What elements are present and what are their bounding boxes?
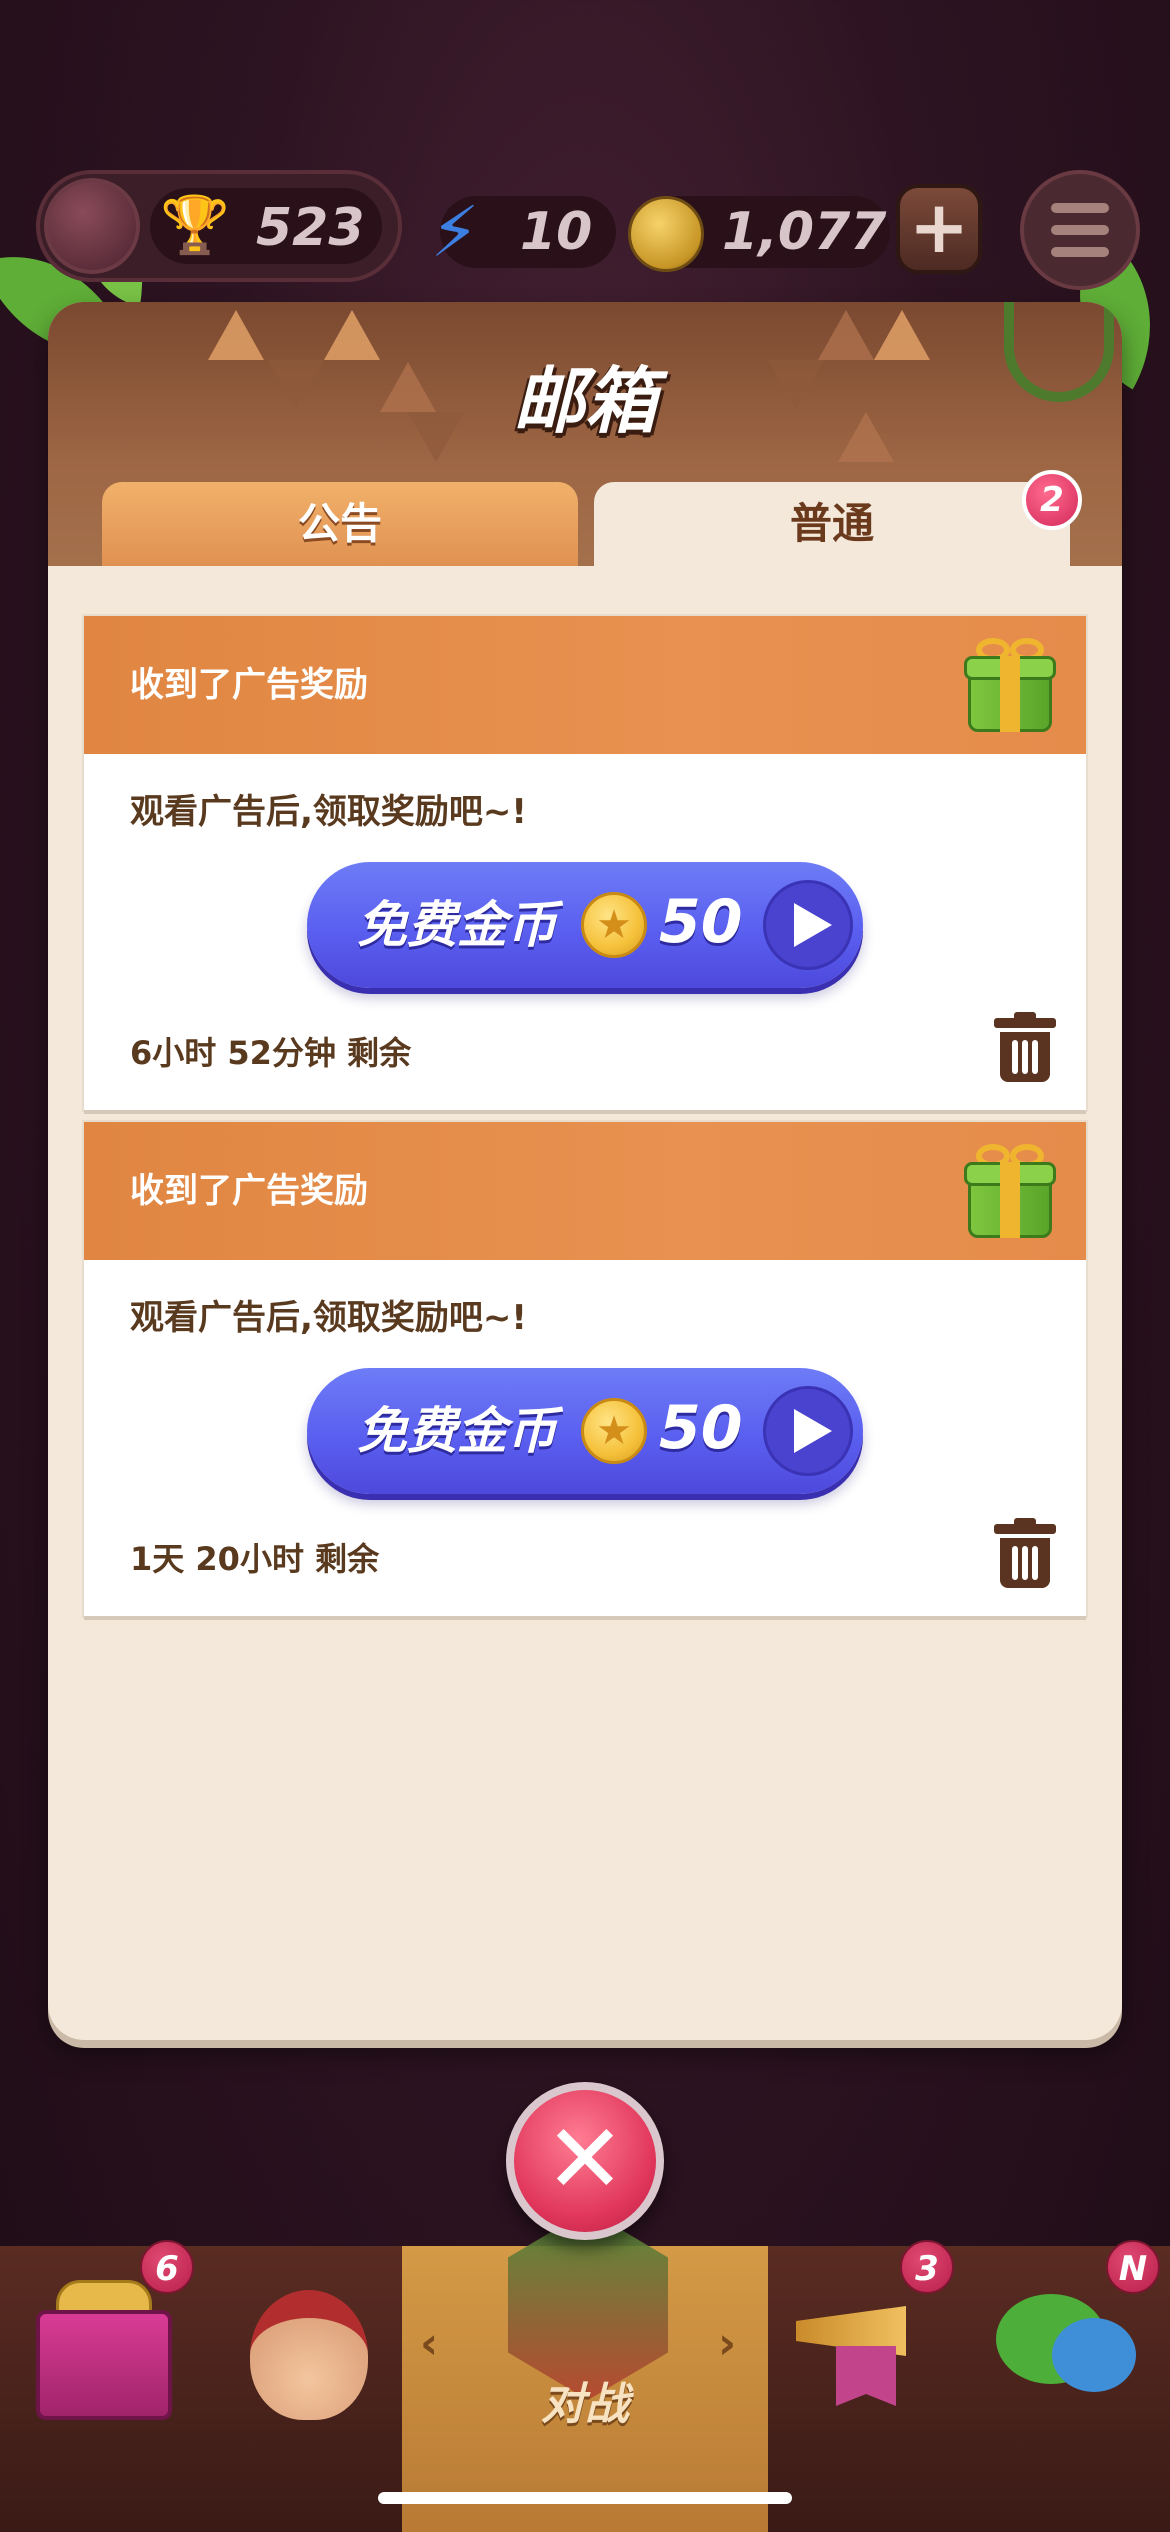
- free-coins-ad-button[interactable]: 免费金币 ★ 50: [307, 862, 863, 988]
- mail-card: 收到了广告奖励 观看广告后,领取奖励吧~! 免费金币 ★ 50 6小时 52分钟…: [84, 616, 1086, 1110]
- tab-announcements[interactable]: 公告: [102, 482, 578, 566]
- events-badge: 3: [900, 2240, 954, 2294]
- tab-normal-badge: 2: [1022, 470, 1082, 530]
- chat-badge: N: [1106, 2240, 1160, 2294]
- trophy-count: 523: [256, 198, 365, 258]
- dialog-header: 邮箱 公告 普通 2: [48, 302, 1122, 566]
- plus-icon: +: [908, 185, 970, 269]
- trophy-icon: 🏆: [160, 193, 230, 258]
- reward-amount: 50: [659, 1393, 743, 1463]
- mail-card-header: 收到了广告奖励: [84, 616, 1086, 754]
- reward-amount: 50: [659, 887, 743, 957]
- home-indicator[interactable]: [378, 2492, 792, 2504]
- coin-icon: ★: [581, 892, 647, 958]
- hamburger-menu-icon[interactable]: [1020, 170, 1140, 290]
- claim-button-label: 免费金币: [357, 1402, 557, 1460]
- free-coins-ad-button[interactable]: 免费金币 ★ 50: [307, 1368, 863, 1494]
- avatar[interactable]: [44, 178, 140, 274]
- chevron-right-icon[interactable]: ›: [718, 2318, 736, 2369]
- mailbox-dialog: 邮箱 公告 普通 2 收到了广告奖励 观看广告后,领取奖励吧~! 免费金币 ★ …: [48, 302, 1122, 2040]
- battle-label: 对战: [541, 2379, 629, 2430]
- energy-count: 10: [520, 202, 593, 262]
- shop-chest-icon[interactable]: [36, 2310, 172, 2420]
- add-coins-button[interactable]: +: [896, 184, 982, 274]
- lightning-icon: ⚡: [430, 191, 480, 273]
- claim-button-label: 免费金币: [357, 896, 557, 954]
- chat-icon[interactable]: [996, 2284, 1136, 2408]
- trash-icon[interactable]: [994, 1518, 1056, 1588]
- gift-icon: [964, 638, 1056, 734]
- gift-icon: [964, 1144, 1056, 1240]
- chevron-left-icon[interactable]: ‹: [420, 2318, 438, 2369]
- tab-normal[interactable]: 普通: [594, 482, 1070, 566]
- mail-card-header: 收到了广告奖励: [84, 1122, 1086, 1260]
- play-icon: [763, 1386, 853, 1476]
- play-icon: [763, 880, 853, 970]
- time-remaining: 6小时 52分钟 剩余: [130, 1034, 412, 1072]
- horn-icon[interactable]: [796, 2286, 926, 2406]
- close-button[interactable]: ✕: [506, 2082, 664, 2240]
- time-remaining: 1天 20小时 剩余: [130, 1540, 380, 1578]
- dialog-title: 邮箱: [512, 359, 657, 443]
- mail-card: 收到了广告奖励 观看广告后,领取奖励吧~! 免费金币 ★ 50 1天 20小时 …: [84, 1122, 1086, 1616]
- trash-icon[interactable]: [994, 1012, 1056, 1082]
- close-icon: ✕: [544, 2103, 626, 2215]
- shop-badge: 6: [140, 2240, 194, 2294]
- mail-description: 观看广告后,领取奖励吧~!: [130, 792, 527, 832]
- hero-avatar-icon[interactable]: [250, 2290, 368, 2420]
- mail-description: 观看广告后,领取奖励吧~!: [130, 1298, 527, 1338]
- coin-icon: [628, 196, 704, 272]
- coin-icon: ★: [581, 1398, 647, 1464]
- coin-count: 1,077: [722, 202, 887, 262]
- mail-title: 收到了广告奖励: [130, 665, 368, 705]
- mail-title: 收到了广告奖励: [130, 1171, 368, 1211]
